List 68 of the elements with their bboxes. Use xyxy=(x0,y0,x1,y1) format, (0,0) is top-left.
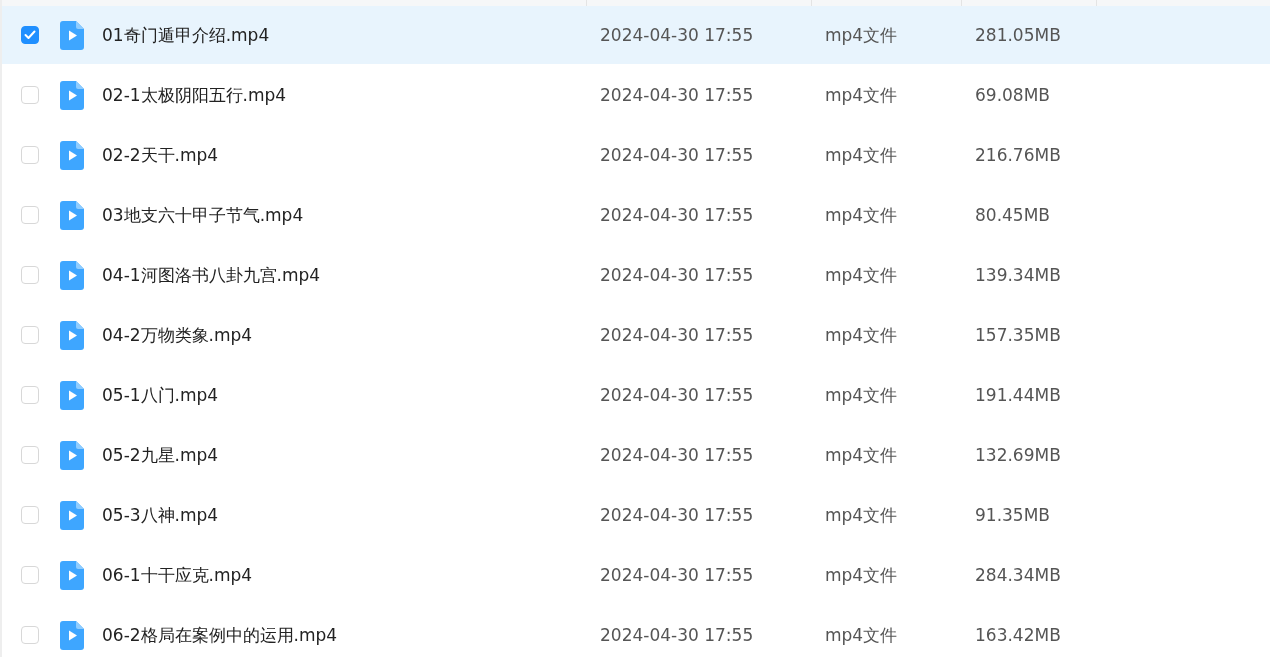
file-size: 80.45MB xyxy=(975,205,1051,225)
file-size: 284.34MB xyxy=(975,565,1062,585)
file-size: 69.08MB xyxy=(975,85,1051,105)
checkbox[interactable] xyxy=(21,26,39,44)
check-icon xyxy=(24,30,36,40)
file-size: 281.05MB xyxy=(975,25,1062,45)
modified-date: 2024-04-30 17:55 xyxy=(600,325,755,345)
file-name: 02-2天干.mp4 xyxy=(102,143,220,167)
file-type: mp4文件 xyxy=(825,383,899,407)
file-size: 163.42MB xyxy=(975,625,1062,645)
file-name: 05-3八神.mp4 xyxy=(102,503,220,527)
modified-date: 2024-04-30 17:55 xyxy=(600,205,755,225)
file-row[interactable]: 02-1太极阴阳五行.mp4 2024-04-30 17:55 mp4文件 69.08MB xyxy=(2,66,1270,124)
file-type: mp4文件 xyxy=(825,623,899,647)
file-row[interactable]: 02-2天干.mp4 2024-04-30 17:55 mp4文件 216.76MB xyxy=(2,126,1270,184)
file-row[interactable]: 05-2九星.mp4 2024-04-30 17:55 mp4文件 132.69MB xyxy=(2,426,1270,484)
video-file-icon xyxy=(60,560,84,590)
file-name: 05-2九星.mp4 xyxy=(102,443,220,467)
modified-date: 2024-04-30 17:55 xyxy=(600,565,755,585)
video-file-icon xyxy=(60,440,84,470)
file-name: 06-2格局在案例中的运用.mp4 xyxy=(102,623,339,647)
file-row[interactable]: 04-1河图洛书八卦九宫.mp4 2024-04-30 17:55 mp4文件 139.34MB xyxy=(2,246,1270,304)
file-name: 04-1河图洛书八卦九宫.mp4 xyxy=(102,263,322,287)
video-file-icon xyxy=(60,200,84,230)
file-row[interactable]: 06-2格局在案例中的运用.mp4 2024-04-30 17:55 mp4文件 163.42MB xyxy=(2,606,1270,657)
video-file-icon xyxy=(60,260,84,290)
file-type: mp4文件 xyxy=(825,83,899,107)
file-type: mp4文件 xyxy=(825,143,899,167)
file-name: 06-1十干应克.mp4 xyxy=(102,563,254,587)
video-file-icon xyxy=(60,20,84,50)
modified-date: 2024-04-30 17:55 xyxy=(600,265,755,285)
video-file-icon xyxy=(60,320,84,350)
video-file-icon xyxy=(60,380,84,410)
file-row[interactable]: 05-3八神.mp4 2024-04-30 17:55 mp4文件 91.35MB xyxy=(2,486,1270,544)
file-type: mp4文件 xyxy=(825,563,899,587)
file-row[interactable]: 01奇门遁甲介绍.mp4 2024-04-30 17:55 mp4文件 281.05MB xyxy=(2,6,1270,64)
modified-date: 2024-04-30 17:55 xyxy=(600,445,755,465)
file-name: 02-1太极阴阳五行.mp4 xyxy=(102,83,288,107)
modified-date: 2024-04-30 17:55 xyxy=(600,505,755,525)
video-file-icon xyxy=(60,140,84,170)
file-type: mp4文件 xyxy=(825,203,899,227)
file-type: mp4文件 xyxy=(825,323,899,347)
file-size: 157.35MB xyxy=(975,325,1062,345)
video-file-icon xyxy=(60,80,84,110)
file-name: 04-2万物类象.mp4 xyxy=(102,323,254,347)
file-size: 191.44MB xyxy=(975,385,1062,405)
file-type: mp4文件 xyxy=(825,263,899,287)
file-type: mp4文件 xyxy=(825,503,899,527)
file-row[interactable]: 06-1十干应克.mp4 2024-04-30 17:55 mp4文件 284.34MB xyxy=(2,546,1270,604)
file-size: 132.69MB xyxy=(975,445,1062,465)
video-file-icon xyxy=(60,500,84,530)
video-file-icon xyxy=(60,620,84,650)
modified-date: 2024-04-30 17:55 xyxy=(600,145,755,165)
modified-date: 2024-04-30 17:55 xyxy=(600,625,755,645)
file-type: mp4文件 xyxy=(825,23,899,47)
file-row[interactable]: 04-2万物类象.mp4 2024-04-30 17:55 mp4文件 157.35MB xyxy=(2,306,1270,364)
file-name: 03地支六十甲子节气.mp4 xyxy=(102,203,305,227)
modified-date: 2024-04-30 17:55 xyxy=(600,85,755,105)
file-size: 139.34MB xyxy=(975,265,1062,285)
file-type: mp4文件 xyxy=(825,443,899,467)
file-size: 91.35MB xyxy=(975,505,1051,525)
file-name: 01奇门遁甲介绍.mp4 xyxy=(102,23,271,47)
file-row[interactable]: 05-1八门.mp4 2024-04-30 17:55 mp4文件 191.44MB xyxy=(2,366,1270,424)
modified-date: 2024-04-30 17:55 xyxy=(600,25,755,45)
file-name: 05-1八门.mp4 xyxy=(102,383,220,407)
modified-date: 2024-04-30 17:55 xyxy=(600,385,755,405)
file-row[interactable]: 03地支六十甲子节气.mp4 2024-04-30 17:55 mp4文件 80.45MB xyxy=(2,186,1270,244)
file-size: 216.76MB xyxy=(975,145,1062,165)
